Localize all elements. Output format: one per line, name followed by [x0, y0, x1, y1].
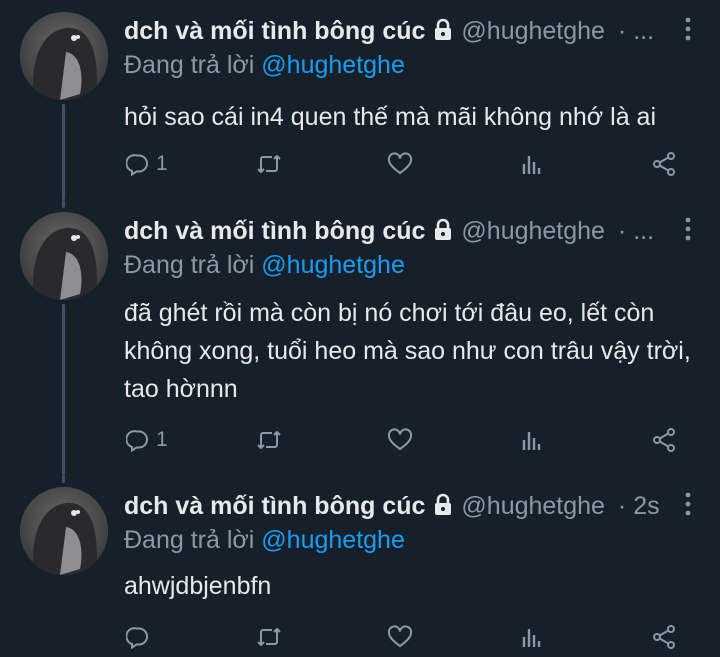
retweet-button[interactable]	[256, 144, 282, 184]
tweet-actions: 1	[124, 144, 694, 184]
share-button[interactable]	[651, 144, 677, 184]
replying-label: Đang trả lời	[124, 51, 255, 79]
tweet-time: · ...	[617, 17, 655, 45]
tweet-time: · ...	[617, 217, 655, 245]
reply-count: 1	[156, 152, 168, 175]
author-handle[interactable]: @hughetghe	[461, 492, 605, 520]
retweet-button[interactable]	[256, 617, 282, 657]
reply-icon	[126, 152, 150, 176]
replying-to: Đang trả lời @hughetghe	[124, 523, 405, 557]
reply-icon	[126, 625, 150, 649]
tweet-text: đã ghét rồi mà còn bị nó chơi tới đâu eo…	[124, 299, 691, 403]
lock-icon	[431, 17, 455, 48]
analytics-icon	[520, 428, 544, 452]
avatar[interactable]	[20, 212, 108, 300]
thread-line	[62, 200, 65, 208]
replying-label: Đang trả lời	[124, 251, 255, 279]
avatar[interactable]	[20, 487, 108, 575]
like-icon	[387, 625, 413, 649]
share-icon	[651, 427, 677, 453]
author-name[interactable]: dch và mối tình bông cúc	[124, 217, 425, 245]
replying-mention[interactable]: @hughetghe	[261, 251, 405, 279]
tweet[interactable]: dch và mối tình bông cúc @hughetghe · 2s …	[0, 475, 720, 655]
share-icon	[651, 624, 677, 650]
tweet-header: dch và mối tình bông cúc @hughetghe · ...	[124, 214, 664, 248]
like-button[interactable]	[387, 144, 413, 184]
author-name[interactable]: dch và mối tình bông cúc	[124, 17, 425, 45]
replying-label: Đang trả lời	[124, 526, 255, 554]
replying-to: Đang trả lời @hughetghe	[124, 248, 405, 282]
thread-line	[62, 475, 65, 483]
reply-icon	[126, 428, 150, 452]
reply-button[interactable]: 1	[126, 420, 168, 460]
like-icon	[387, 152, 413, 176]
analytics-button[interactable]	[520, 420, 544, 460]
tweet-header: dch và mối tình bông cúc @hughetghe · ...	[124, 14, 664, 48]
avatar[interactable]	[20, 12, 108, 100]
lock-icon	[431, 217, 455, 248]
lock-icon	[431, 492, 455, 523]
more-icon[interactable]	[682, 16, 694, 42]
analytics-icon	[520, 625, 544, 649]
author-handle[interactable]: @hughetghe	[461, 17, 605, 45]
tweet-text: hỏi sao cái in4 quen thế mà mãi không nh…	[124, 103, 657, 131]
tweet-actions: 1	[124, 420, 694, 460]
retweet-icon	[256, 428, 282, 452]
analytics-button[interactable]	[520, 144, 544, 184]
tweet-time: · 2s	[617, 492, 660, 520]
like-button[interactable]	[387, 420, 413, 460]
reply-button[interactable]: 1	[126, 144, 168, 184]
more-icon[interactable]	[682, 216, 694, 242]
analytics-icon	[520, 152, 544, 176]
replying-mention[interactable]: @hughetghe	[261, 526, 405, 554]
thread-line	[62, 104, 65, 200]
retweet-icon	[256, 152, 282, 176]
retweet-icon	[256, 625, 282, 649]
share-icon	[651, 151, 677, 177]
share-button[interactable]	[651, 617, 677, 657]
tweet[interactable]: dch và mối tình bông cúc @hughetghe · ...…	[0, 200, 720, 475]
like-button[interactable]	[387, 617, 413, 657]
more-icon[interactable]	[682, 491, 694, 517]
like-icon	[387, 428, 413, 452]
tweet-header: dch và mối tình bông cúc @hughetghe · 2s	[124, 489, 664, 523]
author-handle[interactable]: @hughetghe	[461, 217, 605, 245]
replying-mention[interactable]: @hughetghe	[261, 51, 405, 79]
reply-button[interactable]	[126, 617, 156, 657]
tweet[interactable]: dch và mối tình bông cúc @hughetghe · ...…	[0, 0, 720, 200]
author-name[interactable]: dch và mối tình bông cúc	[124, 492, 425, 520]
retweet-button[interactable]	[256, 420, 282, 460]
thread-line	[62, 304, 65, 475]
share-button[interactable]	[651, 420, 677, 460]
analytics-button[interactable]	[520, 617, 544, 657]
reply-count: 1	[156, 428, 168, 451]
replying-to: Đang trả lời @hughetghe	[124, 48, 405, 82]
tweet-actions	[124, 617, 694, 657]
tweet-text: ahwjdbjenbfn	[124, 572, 272, 600]
